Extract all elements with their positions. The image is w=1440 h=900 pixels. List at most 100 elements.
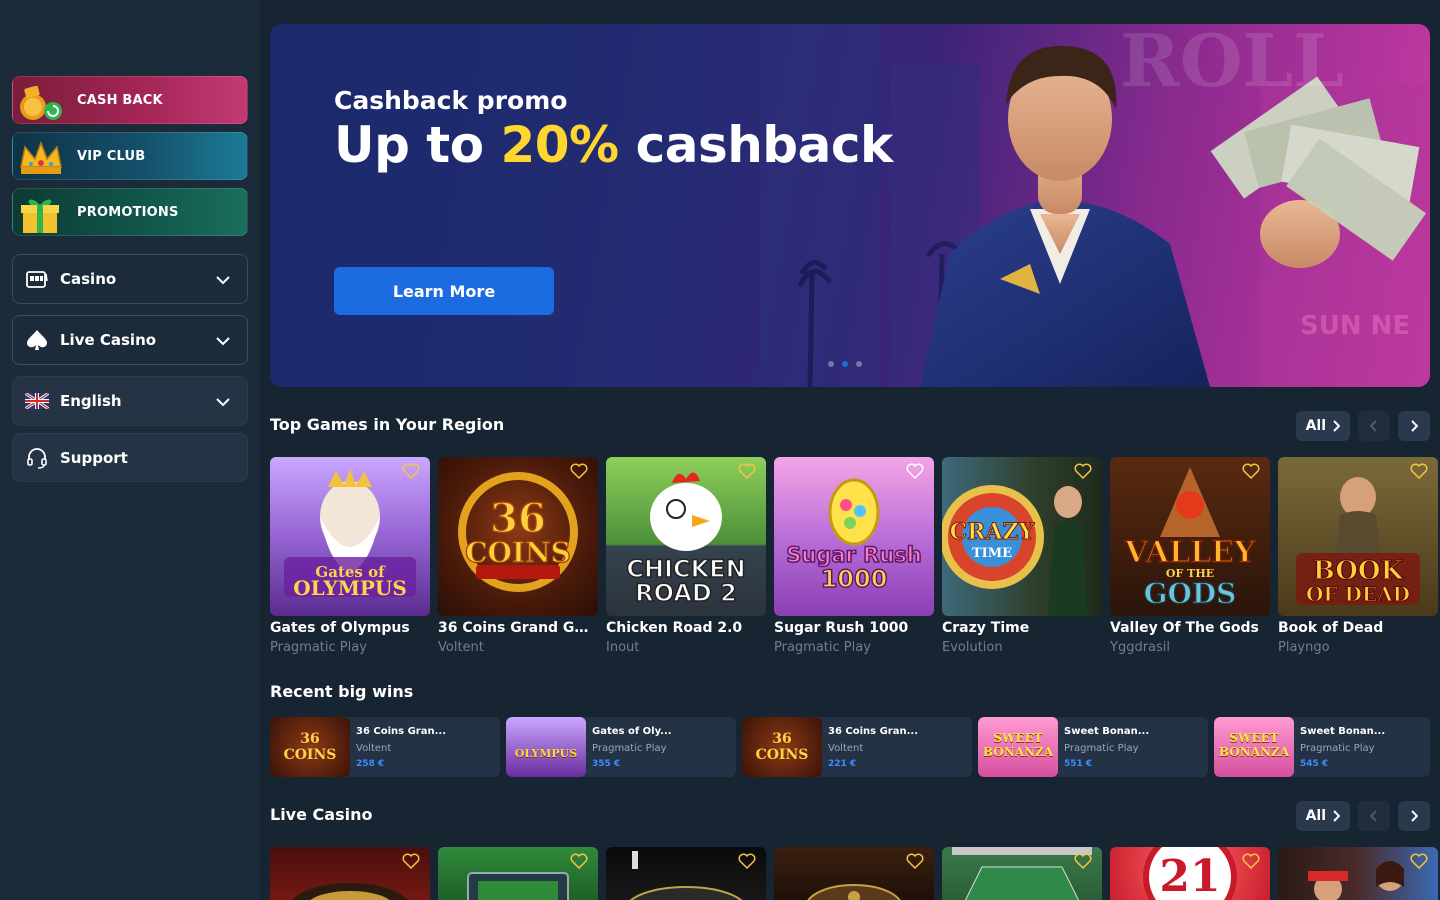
favorite-heart-icon[interactable]: [1242, 463, 1260, 479]
vip-club-button[interactable]: VIP CLUB: [12, 132, 248, 180]
all-label: All: [1305, 808, 1326, 824]
learn-more-button[interactable]: Learn More: [334, 267, 554, 315]
favorite-heart-icon[interactable]: [738, 853, 756, 869]
live-game-thumbnail[interactable]: 21: [1110, 847, 1270, 900]
live-game-thumbnail[interactable]: [270, 847, 430, 900]
game-card[interactable]: CRAZY TIME Crazy Time Evolution: [942, 457, 1102, 655]
win-card[interactable]: OLYMPUS Gates of Oly... Pragmatic Play 3…: [506, 717, 736, 777]
support-button[interactable]: Support: [12, 433, 248, 482]
game-card[interactable]: BOOK OF DEAD Book of Dead Playngo: [1278, 457, 1438, 655]
win-amount: 258 €: [356, 758, 385, 769]
live-game-thumbnail[interactable]: [606, 847, 766, 900]
game-thumbnail[interactable]: 36 COINS: [438, 457, 598, 616]
live-game-thumbnail[interactable]: [774, 847, 934, 900]
game-card[interactable]: Sugar Rush 1000 Sugar Rush 1000 Pragmati…: [774, 457, 934, 655]
carousel-dot[interactable]: [828, 361, 834, 367]
svg-text:SUN NE: SUN NE: [1300, 311, 1410, 341]
win-provider: Pragmatic Play: [1300, 742, 1375, 754]
live-casino-title: Live Casino: [270, 805, 373, 824]
top-games-prev-button[interactable]: [1358, 411, 1390, 441]
favorite-heart-icon[interactable]: [1074, 853, 1092, 869]
svg-text:VALLEY: VALLEY: [1124, 535, 1256, 570]
win-card[interactable]: SWEET BONANZA Sweet Bonan... Pragmatic Pl…: [978, 717, 1208, 777]
svg-text:Sugar Rush: Sugar Rush: [786, 543, 922, 567]
cashback-button[interactable]: CASH BACK: [12, 76, 248, 124]
win-thumbnail-art: 36 COINS: [283, 731, 337, 763]
chevron-right-icon: [1333, 810, 1340, 822]
game-card[interactable]: Gates of OLYMPUS Gates of Olympus Pragma…: [270, 457, 430, 655]
win-amount: 551 €: [1064, 758, 1093, 769]
carousel-dot[interactable]: [856, 361, 862, 367]
game-card[interactable]: 36 COINS 36 Coins Grand Gold Edition Vol…: [438, 457, 598, 655]
live-casino-row: 21: [270, 847, 1438, 900]
all-label: All: [1305, 418, 1326, 434]
carousel-dot-active[interactable]: [842, 361, 848, 367]
chevron-right-icon: [1411, 810, 1418, 822]
game-thumbnail[interactable]: Sugar Rush 1000: [774, 457, 934, 616]
win-game-title: Sweet Bonan...: [1064, 725, 1150, 737]
win-provider: Voltent: [356, 742, 392, 754]
svg-text:OF DEAD: OF DEAD: [1306, 582, 1410, 606]
game-artwork: VALLEY OF THE GODS: [1123, 467, 1257, 611]
game-artwork: BOOK OF DEAD: [1296, 477, 1420, 607]
top-games-row: Gates of OLYMPUS Gates of Olympus Pragma…: [270, 457, 1438, 655]
game-thumbnail[interactable]: CRAZY TIME: [942, 457, 1102, 616]
svg-text:ROLL: ROLL: [1120, 24, 1344, 103]
crown-icon: [20, 140, 62, 174]
favorite-heart-icon[interactable]: [570, 463, 588, 479]
favorite-heart-icon[interactable]: [1242, 853, 1260, 869]
top-games-all-button[interactable]: All: [1295, 411, 1350, 441]
hero-title-end: cashback: [618, 116, 894, 174]
win-card[interactable]: SWEET BONANZA Sweet Bonan... Pragmatic Pl…: [1214, 717, 1430, 777]
favorite-heart-icon[interactable]: [906, 463, 924, 479]
live-casino-next-button[interactable]: [1398, 801, 1430, 831]
recent-wins-title: Recent big wins: [270, 682, 414, 701]
casino-menu[interactable]: Casino: [12, 254, 248, 304]
promotions-label: PROMOTIONS: [77, 204, 179, 220]
top-games-controls: All: [1295, 411, 1430, 441]
live-game-thumbnail[interactable]: [1278, 847, 1438, 900]
game-thumbnail[interactable]: Gates of OLYMPUS: [270, 457, 430, 616]
game-card[interactable]: CHICKEN ROAD 2 Chicken Road 2.0 Inout: [606, 457, 766, 655]
live-casino-prev-button[interactable]: [1358, 801, 1390, 831]
favorite-heart-icon[interactable]: [402, 463, 420, 479]
chevron-right-icon: [1411, 420, 1418, 432]
top-games-next-button[interactable]: [1398, 411, 1430, 441]
live-casino-all-button[interactable]: All: [1295, 801, 1350, 831]
favorite-heart-icon[interactable]: [1410, 853, 1428, 869]
sidebar: CASH BACK VIP CLUB PROMOTIONS Casino Liv…: [0, 0, 260, 900]
game-thumbnail[interactable]: BOOK OF DEAD: [1278, 457, 1438, 616]
favorite-heart-icon[interactable]: [1410, 463, 1428, 479]
svg-text:GODS: GODS: [1144, 577, 1237, 610]
game-title: Chicken Road 2.0: [606, 620, 743, 636]
favorite-heart-icon[interactable]: [906, 853, 924, 869]
promotions-button[interactable]: PROMOTIONS: [12, 188, 248, 236]
carousel-dots: [828, 361, 862, 367]
win-game-title: Gates of Oly...: [592, 725, 672, 737]
win-card[interactable]: 36 COINS 36 Coins Gran... Voltent 221 €: [742, 717, 972, 777]
win-game-title: 36 Coins Gran...: [828, 725, 918, 737]
hero-banner[interactable]: ROLL SUN NE Cashback promo Up to 20% cas…: [270, 24, 1430, 387]
game-provider: Inout: [606, 640, 640, 655]
win-game-title: Sweet Bonan...: [1300, 725, 1386, 737]
hero-illustration: ROLL SUN NE: [760, 24, 1430, 387]
top-games-title: Top Games in Your Region: [270, 415, 505, 434]
hero-subtitle: Cashback promo: [334, 86, 568, 115]
svg-text:CRAZY: CRAZY: [950, 519, 1035, 545]
favorite-heart-icon[interactable]: [570, 853, 588, 869]
language-selector[interactable]: English: [12, 376, 248, 426]
win-card[interactable]: 36 COINS 36 Coins Gran... Voltent 258 €: [270, 717, 500, 777]
game-artwork: 36 COINS: [458, 472, 578, 592]
game-artwork: Sugar Rush 1000: [785, 478, 923, 594]
favorite-heart-icon[interactable]: [738, 463, 756, 479]
uk-flag-icon: [25, 389, 49, 413]
game-thumbnail[interactable]: VALLEY OF THE GODS: [1110, 457, 1270, 616]
game-thumbnail[interactable]: CHICKEN ROAD 2: [606, 457, 766, 616]
live-game-thumbnail[interactable]: [438, 847, 598, 900]
game-title: Valley Of The Gods: [1110, 620, 1259, 636]
favorite-heart-icon[interactable]: [402, 853, 420, 869]
live-casino-menu[interactable]: Live Casino: [12, 315, 248, 365]
live-game-thumbnail[interactable]: [942, 847, 1102, 900]
favorite-heart-icon[interactable]: [1074, 463, 1092, 479]
game-card[interactable]: VALLEY OF THE GODS Valley Of The Gods Yg…: [1110, 457, 1270, 655]
